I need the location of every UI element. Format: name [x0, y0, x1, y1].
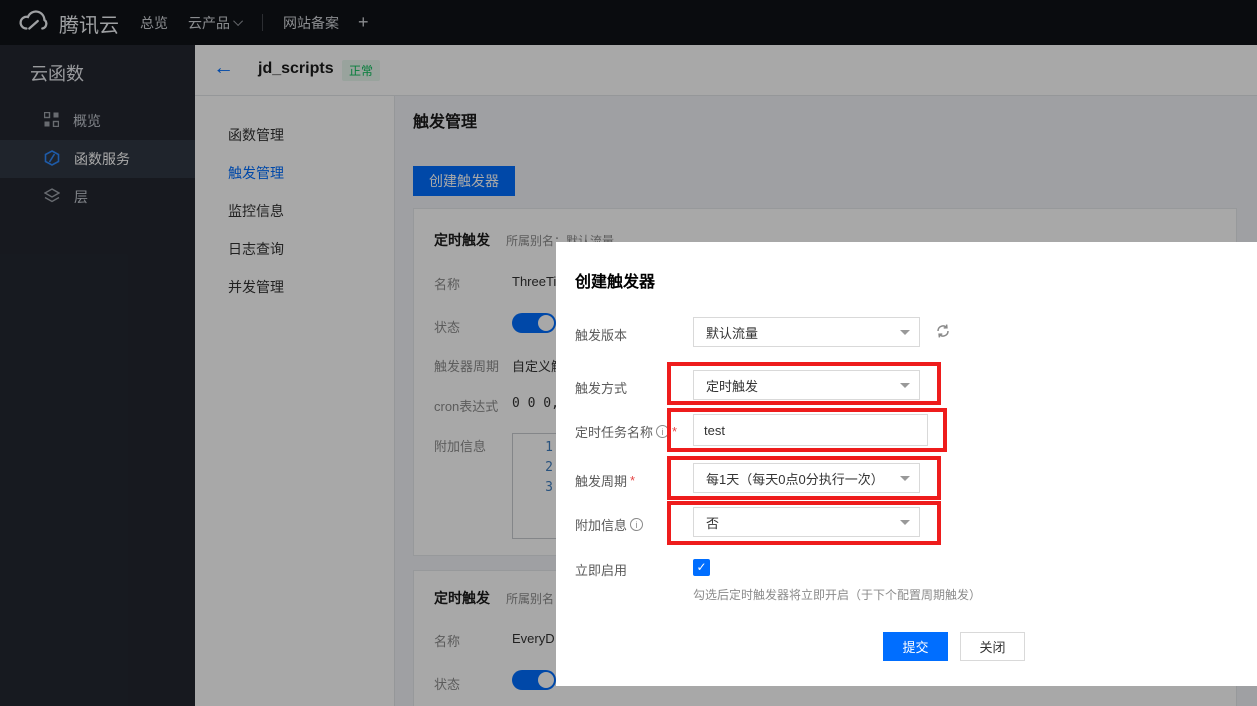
trigger-cycle-select[interactable]: 每1天（每天0点0分执行一次） [693, 463, 920, 493]
trigger-method-select[interactable]: 定时触发 [693, 370, 920, 400]
caret-down-icon [900, 520, 910, 525]
required-asterisk: * [630, 473, 635, 488]
select-value: 每1天（每天0点0分执行一次） [706, 469, 884, 488]
field-label-version: 触发版本 [575, 325, 627, 344]
task-name-input[interactable] [693, 414, 928, 446]
field-label-extra: 附加信息 i [575, 515, 643, 534]
label-text: 附加信息 [575, 515, 627, 534]
label-text: 立即启用 [575, 560, 627, 579]
field-label-method: 触发方式 [575, 378, 627, 397]
select-value: 定时触发 [706, 376, 758, 395]
caret-down-icon [900, 383, 910, 388]
version-select[interactable]: 默认流量 [693, 317, 920, 347]
field-label-task-name: 定时任务名称 i * [575, 422, 677, 441]
create-trigger-modal: 创建触发器 触发版本 默认流量 触发方式 定时触发 定时任务名称 [556, 242, 1257, 686]
caret-down-icon [900, 476, 910, 481]
refresh-icon[interactable] [934, 322, 952, 343]
field-label-enable: 立即启用 [575, 560, 627, 579]
field-label-cycle: 触发周期 * [575, 471, 635, 490]
info-icon[interactable]: i [656, 425, 669, 438]
select-value: 否 [706, 513, 719, 532]
label-text: 触发方式 [575, 378, 627, 397]
submit-button[interactable]: 提交 [883, 632, 948, 661]
label-text: 触发版本 [575, 325, 627, 344]
enable-now-checkbox[interactable]: ✓ [693, 559, 710, 576]
caret-down-icon [900, 330, 910, 335]
select-value: 默认流量 [706, 323, 758, 342]
close-button[interactable]: 关闭 [960, 632, 1025, 661]
info-icon[interactable]: i [630, 518, 643, 531]
enable-helper-text: 勾选后定时触发器将立即开启（于下个配置周期触发） [693, 586, 981, 603]
tencent-cloud-console: 腾讯云 总览 云产品 网站备案 + 云函数 [0, 0, 1257, 706]
label-text: 定时任务名称 [575, 422, 653, 441]
label-text: 触发周期 [575, 471, 627, 490]
modal-title: 创建触发器 [575, 268, 655, 292]
required-asterisk: * [672, 424, 677, 439]
extra-info-select[interactable]: 否 [693, 507, 920, 537]
